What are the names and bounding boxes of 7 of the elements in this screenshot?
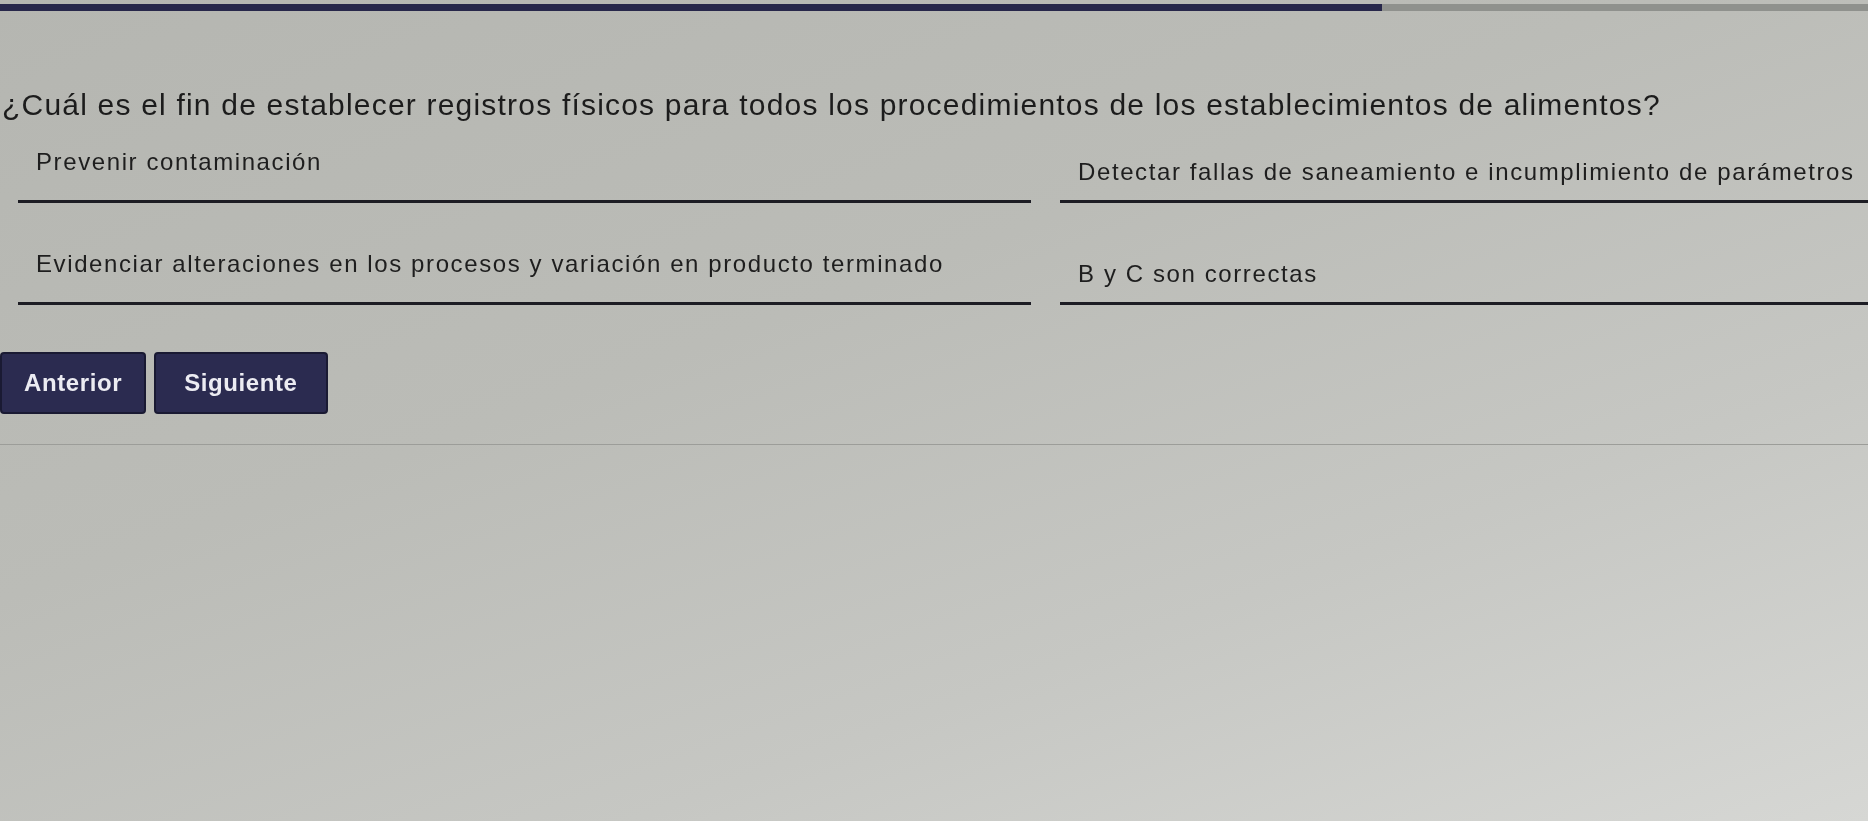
next-button[interactable]: Siguiente <box>154 352 328 414</box>
previous-button[interactable]: Anterior <box>0 352 147 414</box>
question-text: ¿Cuál es el fin de establecer registros físicos para todos los procedimientos de los establecimientos de alimentos? <box>2 87 1661 122</box>
answer-option[interactable]: Prevenir contaminación <box>18 136 1031 203</box>
answer-option[interactable]: Evidenciar alteraciones en los procesos y variación en producto terminado <box>18 238 1031 305</box>
answer-option[interactable]: Detectar fallas de saneamiento e incumplimiento de parámetros <box>1060 136 1868 203</box>
answer-option[interactable]: B y C son correctas <box>1060 238 1868 305</box>
